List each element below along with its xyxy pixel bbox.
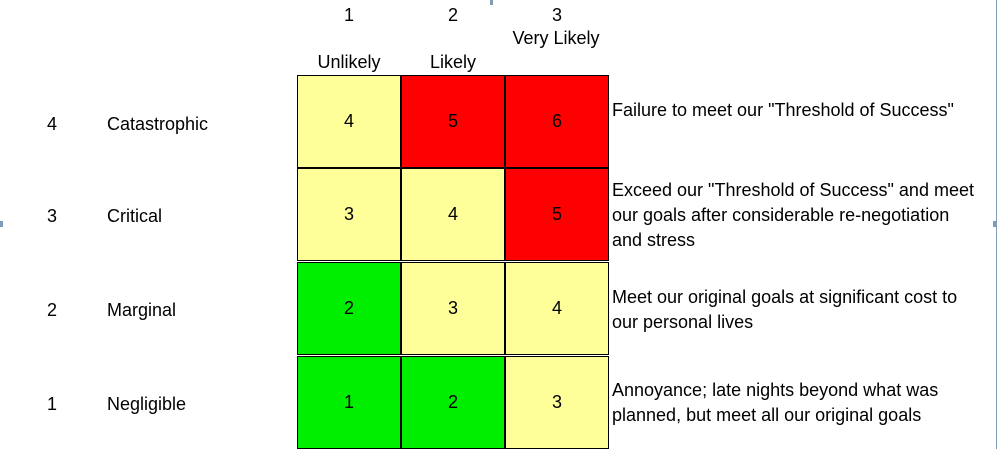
sheet-right-border (996, 0, 997, 449)
column-label: Likely (429, 52, 477, 72)
row-label: Marginal (107, 300, 177, 320)
risk-cell: 3 (297, 168, 401, 261)
risk-cell: 1 (297, 356, 401, 449)
row-number: 3 (46, 206, 57, 226)
risk-cell: 2 (297, 262, 401, 355)
row-label: Critical (107, 206, 163, 226)
severity-description: Exceed our "Threshold of Success" and me… (612, 180, 974, 250)
risk-cell: 6 (505, 75, 609, 168)
right-edge-marker (993, 221, 996, 227)
left-edge-marker (0, 221, 3, 227)
column-label: Very Likely (512, 28, 600, 48)
row-number: 4 (46, 114, 57, 134)
risk-cell: 5 (401, 75, 505, 168)
risk-cell: 5 (505, 168, 609, 261)
row-number: 2 (46, 300, 57, 320)
risk-cell: 4 (297, 75, 401, 168)
risk-cell: 2 (401, 356, 505, 449)
column-number: 2 (447, 5, 458, 25)
risk-cell: 3 (505, 356, 609, 449)
severity-description: Annoyance; late nights beyond what was p… (612, 380, 939, 425)
row-label: Negligible (107, 394, 187, 414)
column-number: 1 (343, 5, 354, 25)
risk-cell: 4 (401, 168, 505, 261)
risk-matrix: 4 5 6 3 4 5 2 3 4 1 2 3 (297, 75, 610, 449)
severity-description: Meet our original goals at significant c… (612, 287, 958, 332)
row-number: 1 (46, 394, 57, 414)
row-label: Catastrophic (107, 114, 209, 134)
severity-description: Failure to meet our "Threshold of Succes… (612, 100, 954, 120)
column-number: 3 (551, 5, 562, 25)
column-label: Unlikely (317, 52, 381, 72)
risk-cell: 4 (505, 262, 609, 355)
risk-cell: 3 (401, 262, 505, 355)
